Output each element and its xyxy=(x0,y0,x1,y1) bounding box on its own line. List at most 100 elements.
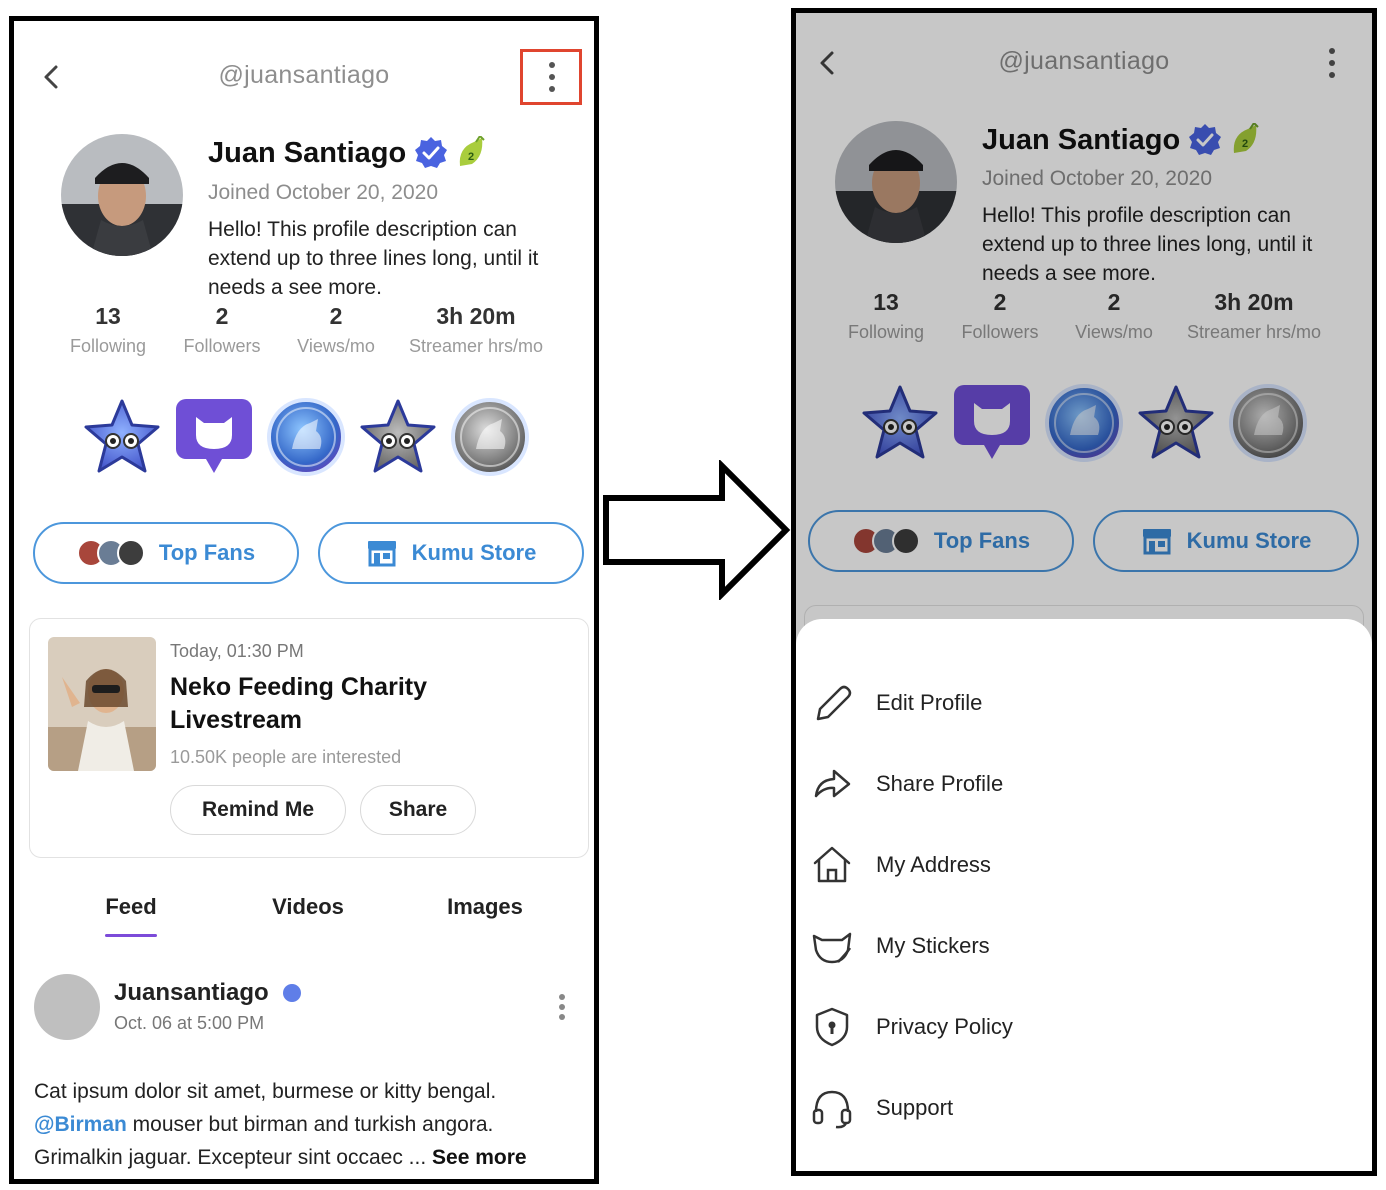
profile-handle: @juansantiago xyxy=(998,47,1170,75)
menu-item-label: My Stickers xyxy=(876,933,990,958)
event-time: Today, 01:30 PM xyxy=(170,641,304,661)
profile-name: Juan Santiago xyxy=(982,123,1181,156)
stat-following[interactable]: 13 Following xyxy=(836,289,936,343)
see-more-link[interactable]: See more xyxy=(432,1146,527,1169)
stat-value: 2 xyxy=(215,303,229,329)
coin-badge-icon[interactable] xyxy=(266,397,346,477)
star-badge-locked-icon[interactable] xyxy=(1136,383,1216,463)
menu-item-edit-profile[interactable]: Edit Profile xyxy=(796,671,1372,735)
menu-item-label: Share Profile xyxy=(876,771,1004,796)
profile-menu-screen: @juansantiago Juan Santiago 2 Joined Oct… xyxy=(791,8,1377,1176)
menu-item-label: Edit Profile xyxy=(876,690,983,715)
coin-badge-locked-icon[interactable] xyxy=(450,397,530,477)
fan-avatars xyxy=(851,527,920,555)
stat-label: Views/mo xyxy=(1075,322,1153,342)
stat-label: Followers xyxy=(183,336,261,356)
event-thumbnail xyxy=(48,637,156,771)
event-card[interactable]: Today, 01:30 PM Neko Feeding Charity Liv… xyxy=(29,618,589,858)
profile-screen-content: @juansantiago Juan Santiago 2 Joined Oct… xyxy=(14,21,594,1179)
cat-bubble-badge-icon[interactable] xyxy=(174,397,254,477)
avatar xyxy=(61,134,183,256)
more-options-icon[interactable] xyxy=(537,57,567,97)
tab-videos[interactable]: Videos xyxy=(208,894,408,920)
cat-sticker-icon xyxy=(812,932,852,964)
stat-views: 2 Views/mo xyxy=(1064,289,1164,343)
verified-dot-icon xyxy=(282,984,301,1002)
stat-views: 2 Views/mo xyxy=(286,303,386,357)
home-icon xyxy=(813,846,851,883)
name-row: Juan Santiago 2 xyxy=(208,136,486,170)
cat-bubble-badge-icon[interactable] xyxy=(952,383,1032,463)
menu-item-my-stickers[interactable]: My Stickers xyxy=(796,914,1372,978)
stat-streamer-hours: 3h 20m Streamer hrs/mo xyxy=(1164,289,1344,343)
level-leaf-icon: 2 xyxy=(459,136,485,166)
star-badge-locked-icon[interactable] xyxy=(358,397,438,477)
menu-item-label: Privacy Policy xyxy=(876,1014,1013,1039)
name-row: Juan Santiago 2 xyxy=(982,123,1260,157)
post-author-avatar[interactable] xyxy=(34,974,100,1040)
mention-link[interactable]: @Birman xyxy=(34,1113,127,1136)
fan-avatars xyxy=(76,539,145,567)
store-icon xyxy=(1142,529,1171,555)
menu-item-support[interactable]: Support xyxy=(796,1076,1372,1140)
active-tab-indicator xyxy=(105,934,157,937)
top-fans-button[interactable]: Top Fans xyxy=(808,510,1074,572)
tab-feed[interactable]: Feed xyxy=(54,894,208,920)
tab-images[interactable]: Images xyxy=(408,894,562,920)
stat-value: 3h 20m xyxy=(436,303,516,329)
stat-value: 13 xyxy=(873,289,899,315)
stat-followers[interactable]: 2 Followers xyxy=(936,289,1064,343)
menu-item-label: My Address xyxy=(876,852,991,877)
event-title: Neko Feeding Charity Livestream xyxy=(170,673,427,734)
stat-label: Streamer hrs/mo xyxy=(408,336,544,356)
post-author[interactable]: Juansantiago xyxy=(114,979,301,1007)
top-fans-button[interactable]: Top Fans xyxy=(33,522,299,584)
share-button[interactable]: Share xyxy=(360,785,476,835)
profile-description: Hello! This profile description can exte… xyxy=(982,204,1313,285)
coin-badge-icon[interactable] xyxy=(1044,383,1124,463)
remind-me-button[interactable]: Remind Me xyxy=(170,785,346,835)
profile-stats: 13 Following 2 Followers 2 Views/mo 3h 2… xyxy=(836,289,1344,343)
kumu-store-button[interactable]: Kumu Store xyxy=(1093,510,1359,572)
star-badge-icon[interactable] xyxy=(82,397,162,477)
joined-date: Joined October 20, 2020 xyxy=(208,181,438,204)
fan-avatar xyxy=(116,539,145,567)
profile-stats: 13 Following 2 Followers 2 Views/mo 3h 2… xyxy=(58,303,566,357)
post-options-icon[interactable] xyxy=(547,991,577,1031)
stat-label: Streamer hrs/mo xyxy=(1186,322,1322,342)
verified-badge-icon xyxy=(415,137,448,168)
post-text-line3: Grimalkin jaguar. Excepteur sint occaec … xyxy=(34,1146,433,1169)
shield-lock-icon xyxy=(815,1007,849,1047)
content-tabs: Feed Videos Images xyxy=(54,894,562,920)
dimmed-profile-background: @juansantiago Juan Santiago 2 Joined Oct… xyxy=(796,13,1372,1171)
joined-date: Joined October 20, 2020 xyxy=(982,167,1212,190)
menu-item-my-address[interactable]: My Address xyxy=(796,833,1372,897)
star-badge-icon[interactable] xyxy=(860,383,940,463)
profile-name: Juan Santiago xyxy=(208,136,407,169)
event-interested-count: 10.50K people are interested xyxy=(170,747,402,767)
kumu-store-label: Kumu Store xyxy=(1186,528,1312,553)
profile-description: Hello! This profile description can exte… xyxy=(208,218,539,299)
headset-icon xyxy=(812,1090,852,1129)
kumu-store-label: Kumu Store xyxy=(411,540,537,565)
menu-item-privacy-policy[interactable]: Privacy Policy xyxy=(796,995,1372,1059)
pencil-icon xyxy=(816,685,852,721)
kumu-store-button[interactable]: Kumu Store xyxy=(318,522,584,584)
profile-handle: @juansantiago xyxy=(218,61,390,89)
level-leaf-icon: 2 xyxy=(1233,123,1259,153)
stat-following[interactable]: 13 Following xyxy=(58,303,158,357)
header: @juansantiago xyxy=(14,21,594,131)
menu-item-label: Support xyxy=(876,1095,954,1120)
stat-streamer-hours: 3h 20m Streamer hrs/mo xyxy=(386,303,566,357)
stat-value: 2 xyxy=(329,303,343,329)
more-options-icon[interactable] xyxy=(1317,43,1347,83)
stat-label: Views/mo xyxy=(297,336,375,356)
stat-value: 2 xyxy=(993,289,1007,315)
post-text-line1: Cat ipsum dolor sit amet, burmese or kit… xyxy=(34,1080,497,1103)
stat-followers[interactable]: 2 Followers xyxy=(158,303,286,357)
post-text-line2: mouser but birman and turkish angora. xyxy=(126,1113,494,1136)
coin-badge-locked-icon[interactable] xyxy=(1228,383,1308,463)
stat-value: 13 xyxy=(95,303,121,329)
stat-value: 3h 20m xyxy=(1214,289,1294,315)
menu-item-share-profile[interactable]: Share Profile xyxy=(796,752,1372,816)
